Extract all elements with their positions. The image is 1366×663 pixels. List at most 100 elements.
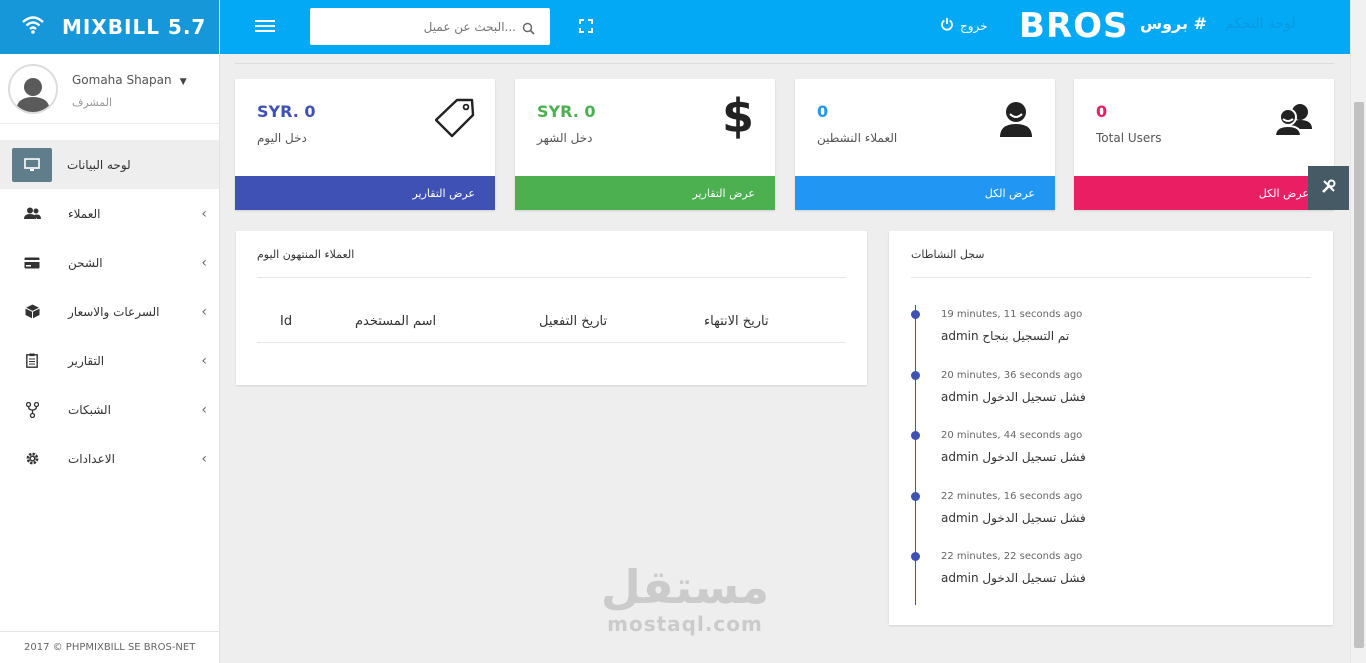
timeline-dot	[911, 552, 920, 561]
users-icon	[22, 204, 42, 224]
activity-time: 22 minutes, 16 seconds ago	[941, 491, 1083, 502]
header-tagline: # بروس	[1140, 14, 1207, 33]
sidebar-item-label: التقارير	[68, 353, 105, 368]
clipboard-icon	[22, 351, 42, 371]
timeline-dot	[911, 371, 920, 380]
activity-message: admin فشل تسجيل الدخول	[941, 390, 1086, 404]
stat-label: دخل الشهر	[537, 131, 593, 145]
panel-divider	[257, 277, 846, 278]
avatar	[8, 63, 58, 114]
stat-value: 0	[1096, 102, 1108, 121]
stat-value: SYR. 0	[257, 102, 316, 121]
monitor-icon	[12, 147, 52, 182]
credit-card-icon	[22, 253, 42, 273]
stat-card-daily-income: SYR. 0 دخل اليوم عرض التقارير	[235, 79, 495, 210]
activity-time: 20 minutes, 36 seconds ago	[941, 370, 1083, 381]
chevron-left-icon: ‹	[201, 255, 207, 271]
view-reports-link[interactable]: عرض التقارير	[235, 176, 495, 210]
watermark: مستقل mostaql.com	[600, 562, 770, 636]
panel-title: سجل النشاطات	[911, 248, 985, 261]
settings-toggle-button[interactable]	[1308, 166, 1349, 210]
page-scrollbar[interactable]	[1350, 0, 1366, 663]
column-header-expiry-date[interactable]: تاريخ الانتهاء	[704, 314, 769, 329]
activity-time: 22 minutes, 22 seconds ago	[941, 551, 1083, 562]
scrollbar-thumb[interactable]	[1354, 102, 1364, 648]
bros-logo-text: BROS	[1019, 6, 1129, 46]
panel-divider	[911, 277, 1311, 278]
sidebar-item-label: لوحه البيانات	[67, 157, 131, 172]
panel-title: العملاء المنتهون اليوم	[257, 248, 355, 261]
stat-card-monthly-income: SYR. 0 دخل الشهر $ عرض التقارير	[515, 79, 775, 210]
stat-value: 0	[817, 102, 829, 121]
search-input[interactable]	[310, 8, 550, 45]
sidebar-item-networks[interactable]: الشبكات ‹	[0, 385, 219, 434]
chevron-left-icon: ‹	[201, 402, 207, 418]
header-divider	[235, 54, 1334, 64]
sidebar-item-label: الشبكات	[68, 402, 111, 417]
sidebar-item-plans[interactable]: السرعات والاسعار ‹	[0, 287, 219, 336]
sidebar-menu: لوحه البيانات العملاء ‹ الشحن ‹ السرعات …	[0, 140, 219, 483]
sidebar-item-label: الشحن	[68, 255, 103, 270]
caret-down-icon: ▼	[179, 76, 187, 87]
activity-log-panel	[889, 231, 1333, 625]
stat-label: Total Users	[1096, 131, 1162, 145]
user-icon	[999, 101, 1033, 141]
tag-icon	[434, 97, 477, 143]
sidebar-item-dashboard[interactable]: لوحه البيانات	[0, 140, 219, 189]
activity-message: admin فشل تسجيل الدخول	[941, 450, 1086, 464]
watermark-arabic: مستقل	[600, 560, 770, 614]
stat-card-total-users: 0 Total Users عرض الكل	[1074, 79, 1334, 210]
cube-icon	[22, 302, 42, 322]
tools-icon	[1321, 179, 1336, 198]
sidebar-item-label: العملاء	[68, 206, 101, 221]
user-panel: Gomaha Shapan ▼ المشرف	[0, 54, 219, 124]
timeline-dot	[911, 310, 920, 319]
stat-card-active-customers: 0 العملاء النشطين عرض الكل	[795, 79, 1055, 210]
sidebar-item-recharge[interactable]: الشحن ‹	[0, 238, 219, 287]
network-fork-icon	[22, 400, 42, 420]
view-reports-link[interactable]: عرض التقارير	[515, 176, 775, 210]
sidebar-footer: 2017 © PHPMIXBILL SE BROS-NET	[0, 631, 220, 663]
dollar-icon: $	[722, 89, 754, 143]
stat-value: SYR. 0	[537, 102, 596, 121]
sidebar: MIXBILL 5.7 Gomaha Shapan ▼ المشرف لوحه …	[0, 0, 220, 663]
brand-title: MIXBILL 5.7	[62, 15, 207, 39]
svg-text:$: $	[723, 93, 753, 139]
wifi-icon	[22, 16, 44, 38]
brand-bar: MIXBILL 5.7	[0, 0, 219, 54]
logout-label: خروج	[960, 18, 988, 33]
top-bar: خروج BROS # بروس لوحة التحكم	[220, 0, 1350, 54]
sidebar-item-customers[interactable]: العملاء ‹	[0, 189, 219, 238]
table-header-divider	[257, 342, 845, 343]
view-all-link[interactable]: عرض الكل	[795, 176, 1055, 210]
sidebar-item-reports[interactable]: التقارير ‹	[0, 336, 219, 385]
chevron-left-icon: ‹	[201, 304, 207, 320]
activity-message: admin فشل تسجيل الدخول	[941, 571, 1086, 585]
search-icon[interactable]	[522, 20, 535, 39]
view-all-link[interactable]: عرض الكل	[1074, 176, 1334, 210]
user-role: المشرف	[72, 95, 113, 109]
column-header-username[interactable]: اسم المستخدم	[355, 314, 436, 329]
chevron-left-icon: ‹	[201, 451, 207, 467]
power-icon	[940, 17, 954, 34]
stat-label: دخل اليوم	[257, 131, 307, 145]
activity-message: admin تم التسجيل بنجاح	[941, 329, 1070, 343]
fullscreen-icon[interactable]	[579, 18, 593, 37]
users-icon	[1273, 103, 1314, 141]
watermark-latin: mostaql.com	[607, 612, 763, 636]
user-menu-toggle[interactable]: Gomaha Shapan ▼	[72, 69, 187, 88]
chevron-left-icon: ‹	[201, 206, 207, 222]
logout-button[interactable]: خروج	[940, 17, 988, 34]
sidebar-item-settings[interactable]: الاعدادات ‹	[0, 434, 219, 483]
column-header-activation-date[interactable]: تاريخ التفعيل	[539, 314, 607, 329]
column-header-id[interactable]: Id	[280, 314, 292, 329]
timeline-dot	[911, 431, 920, 440]
user-name: Gomaha Shapan	[72, 72, 172, 87]
hamburger-icon[interactable]	[255, 20, 275, 35]
activity-time: 20 minutes, 44 seconds ago	[941, 430, 1083, 441]
sidebar-item-label: الاعدادات	[68, 451, 115, 466]
gear-icon	[22, 449, 42, 469]
chevron-left-icon: ‹	[201, 353, 207, 369]
sidebar-item-label: السرعات والاسعار	[68, 304, 160, 319]
activity-time: 19 minutes, 11 seconds ago	[941, 309, 1083, 320]
